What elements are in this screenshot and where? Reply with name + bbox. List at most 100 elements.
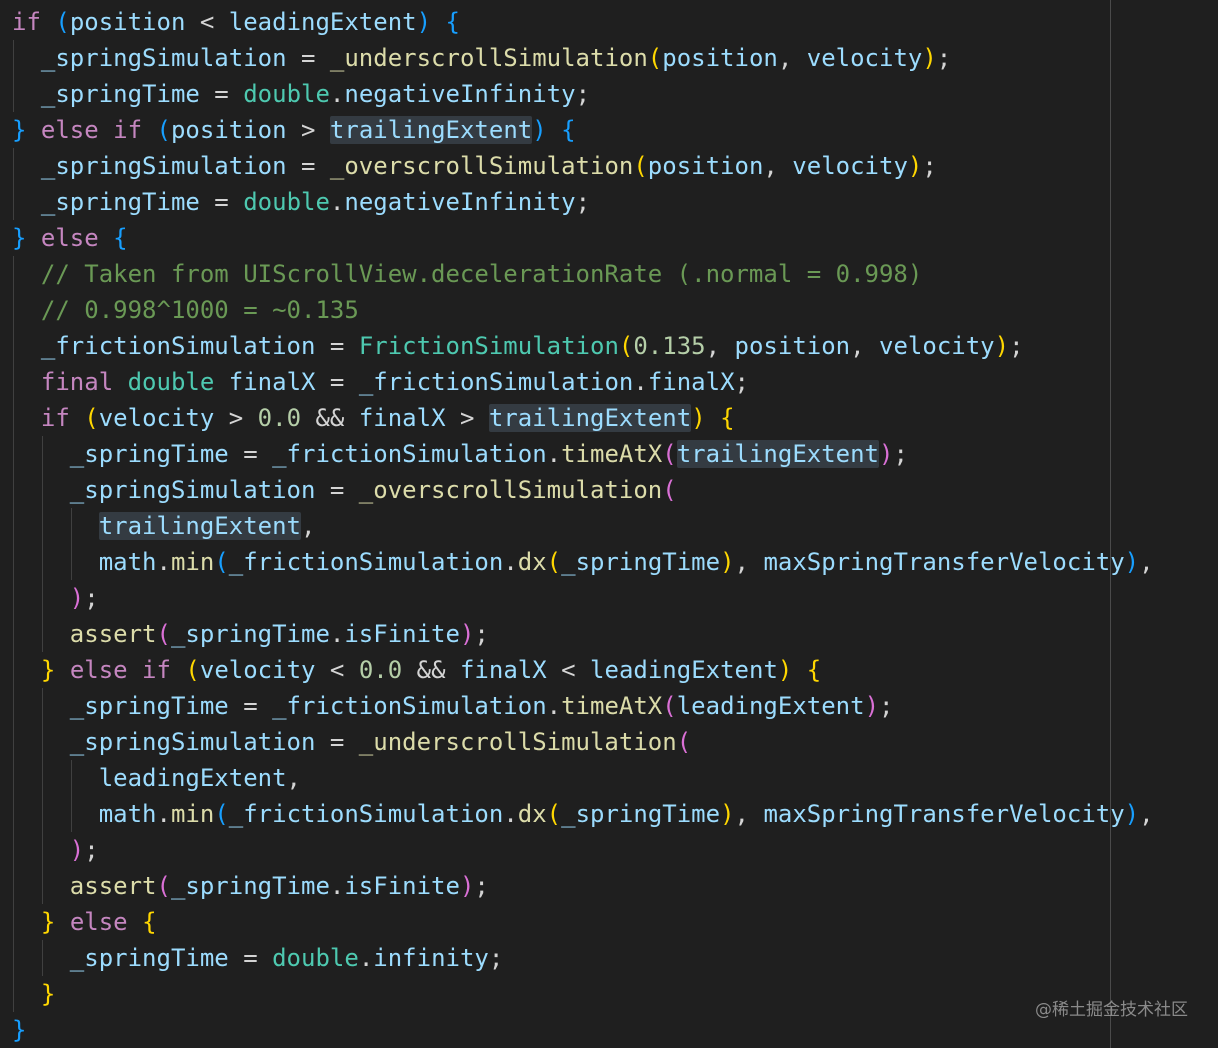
code-token: double xyxy=(243,80,330,108)
code-token: , xyxy=(734,548,764,576)
code-line[interactable]: } xyxy=(12,976,1154,1012)
code-token: . xyxy=(358,944,374,972)
code-token: ) xyxy=(459,620,475,648)
indent-guide xyxy=(13,868,14,904)
code-token: = xyxy=(199,188,244,216)
code-token: math xyxy=(98,800,157,828)
indent-guide xyxy=(70,796,72,832)
code-token: ) xyxy=(416,8,432,36)
code-token: ; xyxy=(474,872,489,900)
code-token: ( xyxy=(546,548,562,576)
code-line[interactable]: math.min(_frictionSimulation.dx(_springT… xyxy=(12,544,1154,580)
code-line[interactable]: trailingExtent, xyxy=(12,508,1154,544)
code-line[interactable]: _frictionSimulation = FrictionSimulation… xyxy=(12,328,1154,364)
indent-guide xyxy=(13,184,14,220)
code-token: isFinite xyxy=(344,620,460,648)
indent-guide xyxy=(41,940,43,976)
code-line[interactable]: _springTime = double.negativeInfinity; xyxy=(12,184,1154,220)
code-token: . xyxy=(156,548,171,576)
code-token: . xyxy=(329,620,345,648)
code-line[interactable]: _springTime = double.negativeInfinity; xyxy=(12,76,1154,112)
code-token: , xyxy=(1139,548,1154,576)
code-token: ( xyxy=(633,152,648,180)
indent-guide xyxy=(13,472,14,508)
code-editor[interactable]: if (position < leadingExtent) { _springS… xyxy=(0,0,1218,1048)
code-token: maxSpringTransferVelocity xyxy=(763,548,1125,576)
code-token: position xyxy=(647,152,764,180)
code-token: // Taken from UIScrollView.decelerationR… xyxy=(40,260,923,288)
code-token: . xyxy=(546,692,562,720)
code-line[interactable]: _springTime = _frictionSimulation.timeAt… xyxy=(12,688,1154,724)
code-line[interactable]: final double finalX = _frictionSimulatio… xyxy=(12,364,1154,400)
code-line[interactable]: math.min(_frictionSimulation.dx(_springT… xyxy=(12,796,1154,832)
code-line[interactable]: ); xyxy=(12,580,1154,616)
code-line[interactable]: } xyxy=(12,1012,1154,1048)
code-area[interactable]: if (position < leadingExtent) { _springS… xyxy=(12,4,1154,1048)
code-token: , xyxy=(734,800,764,828)
code-token: isFinite xyxy=(344,872,460,900)
code-token: ( xyxy=(214,800,229,828)
code-token: finalX xyxy=(459,656,547,684)
code-line[interactable]: _springTime = double.infinity; xyxy=(12,940,1154,976)
code-token: ) xyxy=(1124,548,1140,576)
code-line[interactable]: } else if (velocity < 0.0 && finalX < le… xyxy=(12,652,1154,688)
code-line[interactable]: } else if (position > trailingExtent) { xyxy=(12,112,1154,148)
code-line[interactable]: if (position < leadingExtent) { xyxy=(12,4,1154,40)
code-line[interactable]: assert(_springTime.isFinite); xyxy=(12,868,1154,904)
code-line[interactable]: } else { xyxy=(12,220,1154,256)
code-line[interactable]: _springSimulation = _overscrollSimulatio… xyxy=(12,472,1154,508)
code-token: _overscrollSimulation xyxy=(358,476,663,504)
code-line[interactable]: // Taken from UIScrollView.decelerationR… xyxy=(12,256,1154,292)
indent-guide xyxy=(13,940,14,976)
code-line[interactable]: if (velocity > 0.0 && finalX > trailingE… xyxy=(12,400,1154,436)
code-token: _springTime xyxy=(170,620,330,648)
code-line[interactable]: // 0.998^1000 = ~0.135 xyxy=(12,292,1154,328)
indent-guide xyxy=(13,544,14,580)
code-line[interactable]: ); xyxy=(12,832,1154,868)
code-line[interactable]: } else { xyxy=(12,904,1154,940)
code-token: ; xyxy=(488,944,504,972)
indent-guide xyxy=(13,148,14,184)
code-token: _springSimulation xyxy=(69,476,316,504)
code-token: . xyxy=(503,800,518,828)
code-token: ; xyxy=(879,692,894,720)
code-token: , xyxy=(763,152,793,180)
code-token: { xyxy=(561,116,576,144)
code-line[interactable]: _springTime = _frictionSimulation.timeAt… xyxy=(12,436,1154,472)
code-token: ) xyxy=(777,656,793,684)
code-token: ( xyxy=(662,440,677,468)
code-token: 0.0 xyxy=(358,656,403,684)
code-token: = xyxy=(286,152,330,180)
code-token: . xyxy=(329,80,345,108)
code-line[interactable]: _springSimulation = _overscrollSimulatio… xyxy=(12,148,1154,184)
code-token: else if xyxy=(40,116,143,144)
code-token: _springTime xyxy=(69,944,229,972)
code-line[interactable]: _springSimulation = _underscrollSimulati… xyxy=(12,724,1154,760)
code-token: _springTime xyxy=(40,80,200,108)
code-token: dx xyxy=(517,548,547,576)
code-token: ) xyxy=(720,800,735,828)
code-token: trailingExtent xyxy=(488,404,692,432)
watermark: @稀土掘金技术社区 xyxy=(1035,1000,1188,1020)
code-line[interactable]: _springSimulation = _underscrollSimulati… xyxy=(12,40,1154,76)
code-token: , xyxy=(777,44,807,72)
code-line[interactable]: leadingExtent, xyxy=(12,760,1154,796)
code-line[interactable]: assert(_springTime.isFinite); xyxy=(12,616,1154,652)
code-token: FrictionSimulation xyxy=(358,332,619,360)
